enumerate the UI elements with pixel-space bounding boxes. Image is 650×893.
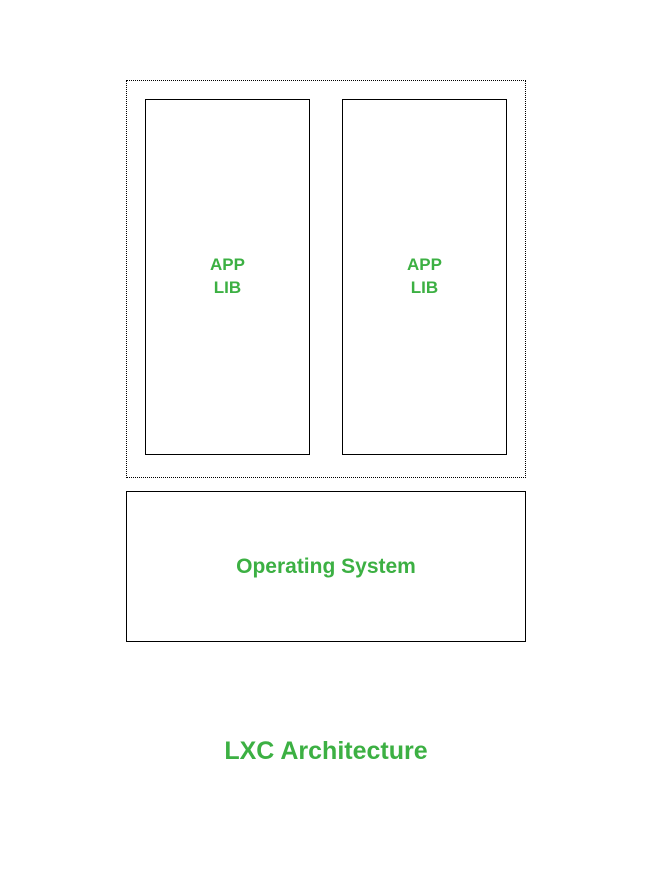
diagram-title: LXC Architecture [126,737,526,766]
app-container-1-line1: APP [210,255,245,274]
app-container-1: APP LIB [145,99,310,455]
app-container-2-line1: APP [407,255,442,274]
app-container-1-label: APP LIB [210,254,245,300]
container-group: APP LIB APP LIB [126,80,526,478]
operating-system-box: Operating System [126,491,526,642]
lxc-architecture-diagram: APP LIB APP LIB Operating System LXC Arc… [126,80,526,766]
app-container-1-line2: LIB [214,278,241,297]
app-container-2-label: APP LIB [407,254,442,300]
operating-system-label: Operating System [236,555,416,579]
app-container-2: APP LIB [342,99,507,455]
app-container-2-line2: LIB [411,278,438,297]
